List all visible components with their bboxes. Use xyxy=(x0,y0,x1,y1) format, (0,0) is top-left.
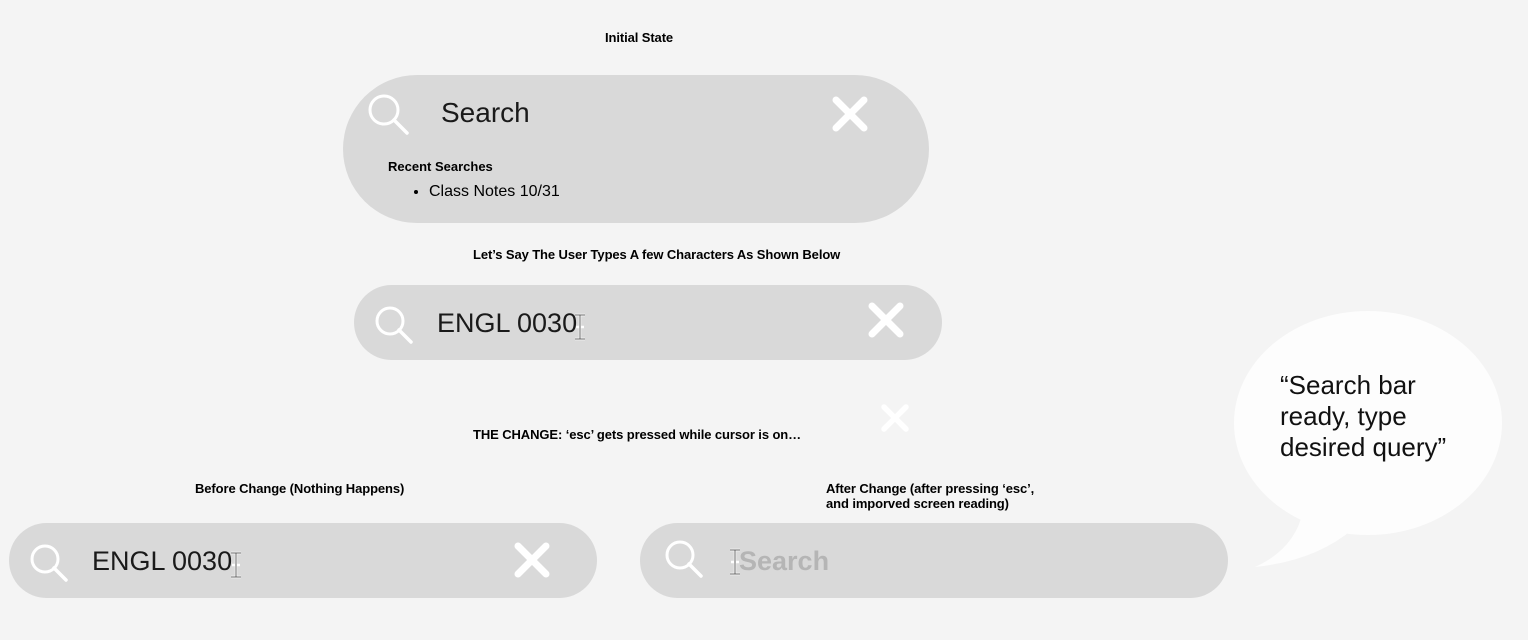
text-cursor-icon xyxy=(572,313,588,341)
recent-searches-heading: Recent Searches xyxy=(388,159,493,174)
before-search-bar: ENGL 0030 xyxy=(9,523,597,598)
typing-caption: Let’s Say The User Types A few Character… xyxy=(473,247,841,262)
speech-bubble: “Search bar ready, type desired query” xyxy=(1233,311,1513,581)
speech-text-line1: “Search bar xyxy=(1280,370,1416,400)
search-icon xyxy=(374,305,416,347)
search-icon xyxy=(664,539,706,581)
search-input-placeholder[interactable]: Search xyxy=(441,97,530,129)
change-caption: THE CHANGE: ‘esc’ gets pressed while cur… xyxy=(473,427,802,442)
search-icon xyxy=(367,93,413,135)
after-search-bar: Search xyxy=(640,523,1228,598)
search-input-value[interactable]: ENGL 0030 xyxy=(92,546,232,577)
before-change-caption: Before Change (Nothing Happens) xyxy=(195,481,405,496)
speech-text-line2: ready, type xyxy=(1280,401,1407,431)
initial-state-caption: Initial State xyxy=(605,30,674,45)
close-icon[interactable] xyxy=(513,541,551,579)
recent-searches-list: Class Notes 10/31 xyxy=(409,183,560,201)
close-icon[interactable] xyxy=(831,95,869,133)
search-icon xyxy=(29,543,71,585)
search-input-value[interactable]: ENGL 0030 xyxy=(437,308,577,339)
after-change-caption-line2: and imporved screen reading) xyxy=(826,496,1009,511)
recent-search-item[interactable]: Class Notes 10/31 xyxy=(429,183,560,201)
speech-text-line3: desired query” xyxy=(1280,432,1447,462)
typing-search-bar: ENGL 0030 xyxy=(354,285,942,360)
text-cursor-icon xyxy=(228,551,244,579)
close-icon[interactable] xyxy=(867,301,905,339)
search-input-placeholder[interactable]: Search xyxy=(739,546,829,577)
after-change-caption-line1: After Change (after pressing ‘esc’, xyxy=(826,481,1035,496)
close-icon xyxy=(880,403,910,433)
initial-search-panel: Search Recent Searches Class Notes 10/31 xyxy=(343,75,929,223)
